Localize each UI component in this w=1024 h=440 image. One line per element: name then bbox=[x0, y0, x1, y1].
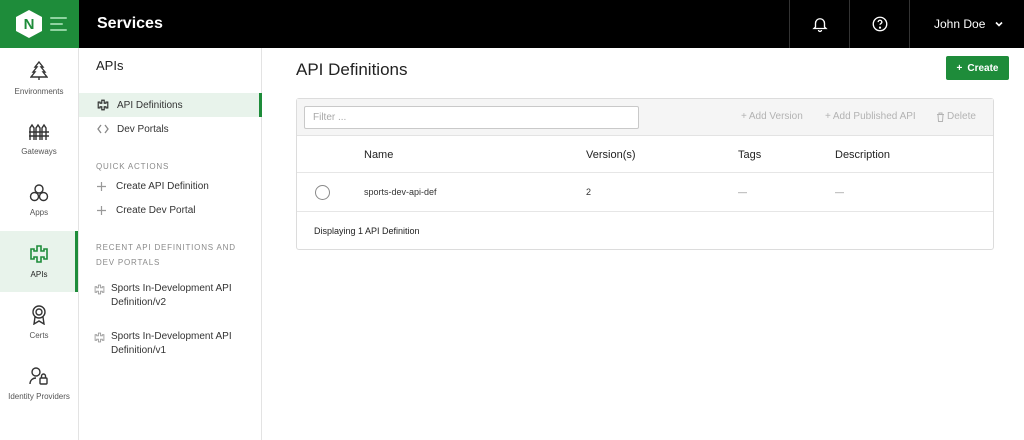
api-icon bbox=[94, 332, 105, 343]
cell-name: sports-dev-api-def bbox=[364, 187, 437, 197]
nav-link-label: API Definitions bbox=[117, 99, 183, 111]
main-content: API Definitions + Create + Add Version +… bbox=[262, 48, 1024, 440]
rail-label: Certs bbox=[29, 331, 49, 340]
cell-tags: — bbox=[738, 187, 747, 197]
filter-input[interactable] bbox=[304, 106, 639, 129]
trash-icon bbox=[937, 112, 944, 122]
create-button[interactable]: + Create bbox=[946, 56, 1009, 80]
logo-icon: N bbox=[16, 10, 42, 38]
tree-icon bbox=[30, 61, 48, 80]
plus-icon bbox=[97, 206, 106, 215]
help-icon bbox=[872, 16, 887, 32]
recent-item-label: Sports In-Development API Definition/v1 bbox=[111, 331, 232, 356]
plus-icon bbox=[97, 182, 106, 191]
recent-item-label: Sports In-Development API Definition/v2 bbox=[111, 283, 232, 308]
nav-link-dev-portals[interactable]: Dev Portals bbox=[79, 117, 262, 141]
plus-icon: + bbox=[825, 111, 831, 122]
row-select-radio[interactable] bbox=[315, 185, 330, 200]
bell-icon bbox=[811, 18, 828, 33]
quick-actions-heading: QUICK ACTIONS bbox=[96, 162, 170, 171]
api-icon bbox=[97, 99, 109, 111]
user-menu[interactable]: John Doe bbox=[909, 0, 1024, 48]
rail-item-apps[interactable]: Apps bbox=[0, 170, 78, 231]
column-header-versions[interactable]: Version(s) bbox=[586, 149, 636, 161]
nav-link-label: Dev Portals bbox=[117, 123, 169, 135]
column-header-name[interactable]: Name bbox=[364, 149, 393, 161]
recent-heading: RECENT API DEFINITIONS AND DEV PORTALS bbox=[96, 243, 236, 267]
menu-icon bbox=[50, 17, 67, 31]
rail-item-environments[interactable]: Environments bbox=[0, 48, 78, 109]
delete-label: Delete bbox=[947, 111, 976, 122]
code-brackets-icon bbox=[97, 124, 109, 134]
page-title: API Definitions bbox=[296, 60, 408, 79]
rail-item-gateways[interactable]: Gateways bbox=[0, 109, 78, 170]
plus-icon: + bbox=[741, 111, 747, 122]
certificate-icon bbox=[32, 305, 46, 325]
column-header-description[interactable]: Description bbox=[835, 149, 890, 161]
apps-icon bbox=[29, 184, 49, 202]
user-name: John Doe bbox=[934, 17, 986, 31]
cell-versions: 2 bbox=[586, 187, 592, 197]
add-version-label: Add Version bbox=[748, 111, 803, 122]
secondary-nav: APIs API Definitions Dev Portals QUICK A… bbox=[79, 48, 262, 440]
nav-link-api-definitions[interactable]: API Definitions bbox=[79, 93, 262, 117]
quick-action-label: Create Dev Portal bbox=[116, 205, 196, 216]
chevron-down-icon bbox=[995, 21, 1003, 27]
create-api-definition-link[interactable]: Create API Definition bbox=[97, 181, 209, 192]
nginx-logo-menu[interactable]: N bbox=[0, 0, 79, 48]
recent-item-v2[interactable]: Sports In-Development API Definition/v2 bbox=[94, 282, 254, 310]
rail-label: Environments bbox=[14, 87, 64, 96]
create-button-label: Create bbox=[967, 62, 999, 74]
create-dev-portal-link[interactable]: Create Dev Portal bbox=[97, 205, 195, 216]
cell-description: — bbox=[835, 187, 844, 197]
rail-label: Gateways bbox=[21, 147, 57, 156]
add-version-button[interactable]: + Add Version bbox=[741, 111, 803, 122]
rail-item-identity-providers[interactable]: Identity Providers bbox=[0, 353, 78, 414]
rail-label: Apps bbox=[29, 208, 49, 217]
api-icon bbox=[30, 245, 48, 263]
notifications-button[interactable] bbox=[789, 0, 849, 48]
left-rail: Environments Gateways Apps APIs Certs Id… bbox=[0, 48, 79, 440]
recent-item-v1[interactable]: Sports In-Development API Definition/v1 bbox=[94, 330, 254, 358]
identity-icon bbox=[29, 367, 48, 385]
rail-item-certs[interactable]: Certs bbox=[0, 292, 78, 353]
api-definitions-table: + Add Version + Add Published API Delete… bbox=[296, 98, 994, 250]
rail-label: APIs bbox=[30, 270, 48, 279]
top-bar: N Services John Doe bbox=[0, 0, 1024, 48]
subnav-title: APIs bbox=[96, 58, 124, 73]
app-title: Services bbox=[97, 15, 163, 32]
table-toolbar: + Add Version + Add Published API Delete bbox=[297, 99, 993, 136]
column-header-tags[interactable]: Tags bbox=[738, 149, 761, 161]
add-published-api-button[interactable]: + Add Published API bbox=[825, 111, 916, 122]
logo-letter: N bbox=[23, 15, 35, 33]
rail-label: Identity Providers bbox=[8, 392, 70, 401]
api-icon bbox=[94, 284, 105, 295]
rail-item-apis[interactable]: APIs bbox=[0, 231, 78, 292]
divider bbox=[297, 172, 993, 173]
add-published-api-label: Add Published API bbox=[832, 111, 916, 122]
quick-action-label: Create API Definition bbox=[116, 181, 209, 192]
help-button[interactable] bbox=[849, 0, 909, 48]
table-footer-count: Displaying 1 API Definition bbox=[314, 226, 420, 236]
delete-button[interactable]: Delete bbox=[936, 111, 976, 122]
plus-icon: + bbox=[956, 62, 963, 74]
gateway-icon bbox=[29, 123, 49, 140]
divider bbox=[297, 211, 993, 212]
